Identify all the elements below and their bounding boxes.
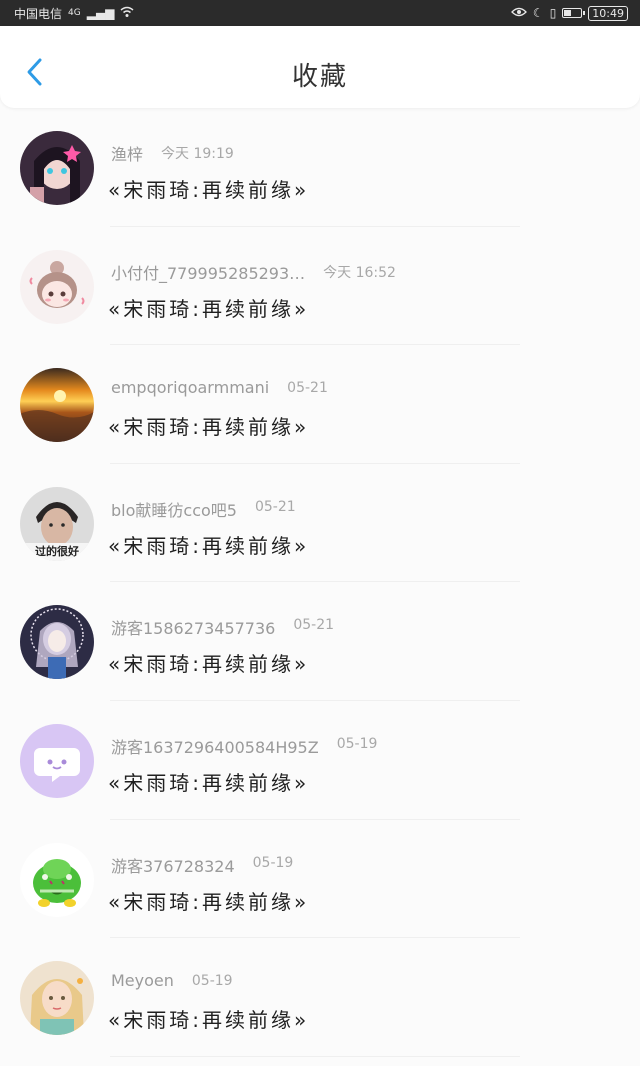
item-meta: 游客376728324 05-19: [111, 853, 293, 877]
timestamp: 05-21: [254, 498, 296, 515]
vibrate-icon: ▯: [549, 6, 557, 20]
book-title[interactable]: «宋雨琦:再续前缘»: [108, 1004, 309, 1033]
avatar[interactable]: [20, 961, 94, 1036]
book-title[interactable]: «宋雨琦:再续前缘»: [108, 174, 309, 203]
username[interactable]: 小付付_779995285293…: [111, 260, 305, 284]
book-title[interactable]: «宋雨琦:再续前缘»: [108, 411, 309, 440]
list-item[interactable]: 过的很好 blo献睡彷cco吧5 05-21 «宋雨琦:再续前缘»: [0, 464, 640, 583]
list-item[interactable]: 游客376728324 05-19 «宋雨琦:再续前缘»: [0, 820, 640, 939]
timestamp: 05-19: [336, 735, 378, 752]
avatar[interactable]: [20, 131, 94, 205]
username[interactable]: empqoriqoarmmani: [111, 378, 269, 397]
item-meta: 游客1586273457736 05-21: [111, 615, 334, 639]
item-meta: 游客1637296400584H95Z 05-19: [111, 734, 377, 758]
battery-icon: [562, 8, 586, 18]
username[interactable]: Meyoen: [111, 971, 174, 990]
wifi-icon: [120, 6, 134, 20]
item-meta: 渔梓 今天 19:19: [111, 141, 234, 165]
page-title: 收藏: [291, 62, 348, 92]
favorites-list: 渔梓 今天 19:19 «宋雨琦:再续前缘» 小付付_779995285293… 今天 …: [0, 108, 640, 1057]
username[interactable]: 游客1586273457736: [111, 615, 275, 639]
app-header: 收藏: [0, 26, 640, 108]
network-type-label: 4G: [68, 7, 81, 18]
avatar[interactable]: 过的很好: [20, 486, 94, 561]
timestamp: 今天 19:19: [161, 146, 234, 162]
avatar[interactable]: [20, 249, 94, 324]
book-title[interactable]: «宋雨琦:再续前缘»: [108, 293, 309, 322]
status-time: 10:49: [588, 5, 628, 21]
list-item[interactable]: 渔梓 今天 19:19 «宋雨琦:再续前缘»: [0, 108, 640, 227]
svg-text:过的很好: 过的很好: [35, 544, 79, 558]
item-meta: 小付付_779995285293… 今天 16:52: [111, 260, 396, 284]
list-item[interactable]: empqoriqoarmmani 05-21 «宋雨琦:再续前缘»: [0, 345, 640, 464]
item-meta: blo献睡彷cco吧5 05-21: [111, 497, 296, 521]
timestamp: 05-21: [293, 617, 335, 634]
list-item[interactable]: 游客1586273457736 05-21 «宋雨琦:再续前缘»: [0, 582, 640, 701]
book-title[interactable]: «宋雨琦:再续前缘»: [108, 530, 309, 559]
item-meta: empqoriqoarmmani 05-21: [111, 378, 328, 397]
status-bar: 中国电信 4G ▂▄▆ ☾ ▯ 10:49: [0, 0, 640, 26]
username[interactable]: 游客1637296400584H95Z: [111, 734, 319, 758]
divider: [110, 1055, 520, 1057]
avatar[interactable]: [20, 605, 94, 680]
eye-icon: [511, 7, 527, 19]
moon-icon: ☾: [532, 6, 544, 20]
list-item[interactable]: 小付付_779995285293… 今天 16:52 «宋雨琦:再续前缘»: [0, 227, 640, 346]
timestamp: 05-19: [191, 973, 233, 990]
book-title[interactable]: «宋雨琦:再续前缘»: [108, 886, 309, 915]
signal-icon: ▂▄▆: [86, 6, 115, 20]
list-item[interactable]: 游客1637296400584H95Z 05-19 «宋雨琦:再续前缘»: [0, 701, 640, 820]
list-item[interactable]: Meyoen 05-19 «宋雨琦:再续前缘»: [0, 938, 640, 1057]
avatar[interactable]: [20, 842, 94, 917]
carrier-label: 中国电信: [14, 6, 63, 21]
book-title[interactable]: «宋雨琦:再续前缘»: [108, 648, 309, 677]
avatar[interactable]: [20, 723, 94, 798]
item-meta: Meyoen 05-19: [111, 971, 233, 990]
username[interactable]: 渔梓: [111, 141, 143, 165]
timestamp: 05-19: [252, 854, 294, 871]
timestamp: 今天 16:52: [323, 264, 396, 281]
avatar[interactable]: [20, 368, 94, 443]
book-title[interactable]: «宋雨琦:再续前缘»: [108, 767, 309, 796]
username[interactable]: 游客376728324: [111, 853, 235, 877]
username[interactable]: blo献睡彷cco吧5: [111, 497, 237, 521]
timestamp: 05-21: [287, 380, 328, 397]
